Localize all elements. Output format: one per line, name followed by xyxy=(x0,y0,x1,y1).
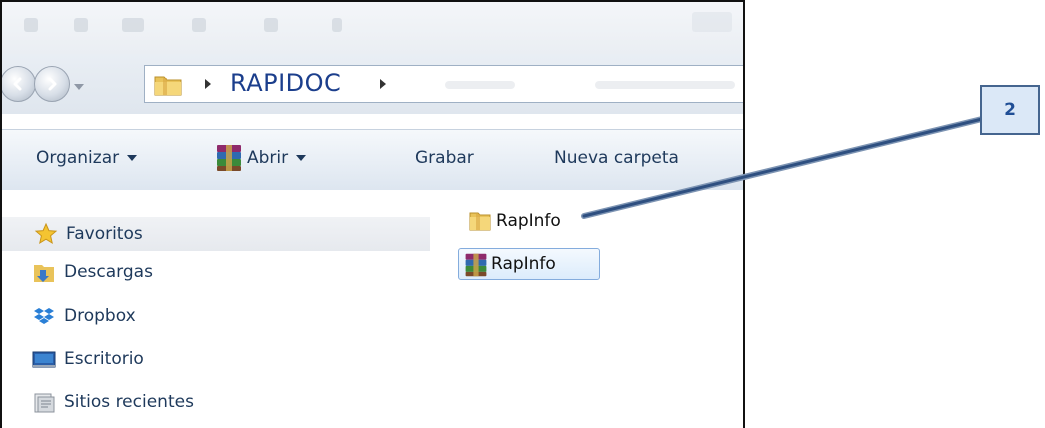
callout-badge: 2 xyxy=(980,85,1040,135)
callout-pointer xyxy=(581,116,985,219)
